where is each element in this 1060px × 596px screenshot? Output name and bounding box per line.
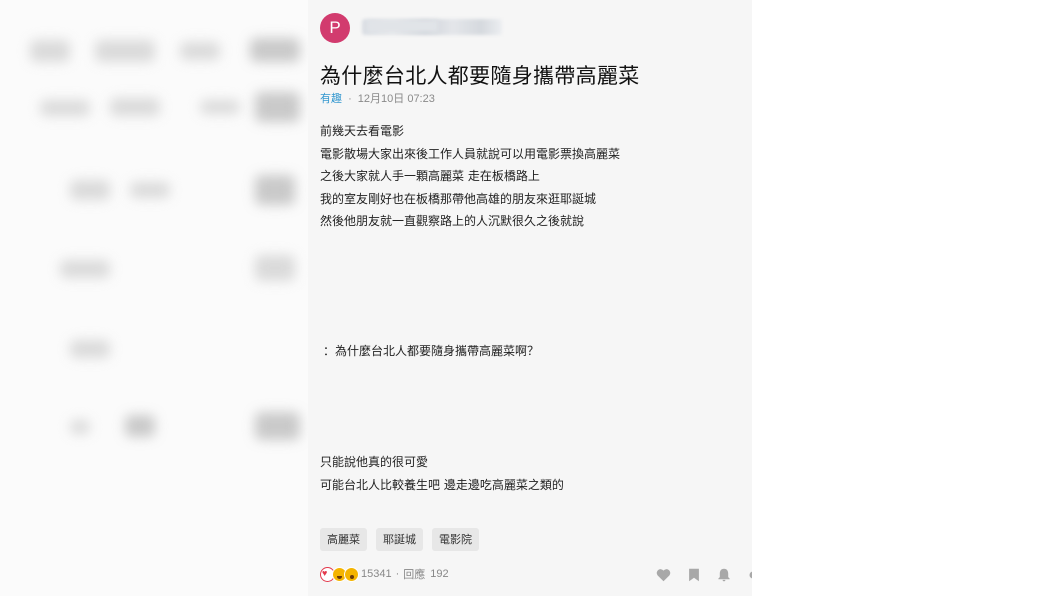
body-line: 之後大家就人手一顆高麗菜 走在板橋路上 [320,169,540,183]
tag-cabbage[interactable]: 高麗菜 [320,528,367,551]
avatar[interactable]: P [320,13,350,43]
wow-reaction-icon [344,566,359,582]
post-paragraph-2: ：為什麼台北人都要隨身攜帶高麗菜啊？ [323,340,539,363]
bookmark-icon[interactable] [688,568,700,582]
tag-list: 高麗菜 耶誕城 電影院 [320,528,479,551]
comment-count: 192 [430,568,449,580]
comment-label: 回應 [403,569,426,581]
meta-separator: · [348,93,352,105]
post-title: 為什麼台北人都要隨身攜帶高麗菜 [320,64,640,88]
forum-link[interactable]: 有趣 [320,93,342,105]
post-panel: P 為什麼台北人都要隨身攜帶高麗菜 有趣 · 12月10日 07:23 前幾天去… [308,0,752,596]
reaction-icons[interactable] [320,566,359,582]
body-line: 我的室友剛好也在板橋那帶他高雄的朋友來逛耶誕城 [320,191,597,206]
body-line: ：為什麼台北人都要隨身攜帶高麗菜啊？ [323,344,540,358]
body-line: 前幾天去看電影 [320,124,405,138]
reaction-count: 15341 [361,568,392,580]
post-paragraph-3: 只能說他真的很可愛 可能台北人比較養生吧 邊走邊吃高麗菜之類的 [320,451,564,496]
more-icon[interactable] [748,570,752,580]
like-icon[interactable] [656,568,671,582]
stats-separator: · [395,568,400,580]
author-name-redacted-shadow [368,20,438,32]
post-paragraph-1: 前幾天去看電影 電影散場大家出來後工作人員就說可以用電影票換高麗菜 之後大家就人… [320,120,620,233]
post-actions [656,568,752,582]
body-line: 電影散場大家出來後工作人員就說可以用電影票換高麗菜 [320,146,621,161]
right-background [752,0,1060,596]
bell-icon[interactable] [717,568,731,582]
post-stats: 15341 · 回應 192 [320,566,449,582]
body-line: 可能台北人比較養生吧 邊走邊吃高麗菜之類的 [320,477,564,492]
body-line: 只能說他真的很可愛 [320,455,429,469]
tag-cinema[interactable]: 電影院 [432,528,479,551]
blurred-background [0,0,310,596]
post-datetime: 12月10日 07:23 [357,93,435,105]
tag-christmasland[interactable]: 耶誕城 [376,528,423,551]
body-line: 然後他朋友就一直觀察路上的人沉默很久之後就說 [320,214,585,228]
post-meta: 有趣 · 12月10日 07:23 [320,90,435,106]
